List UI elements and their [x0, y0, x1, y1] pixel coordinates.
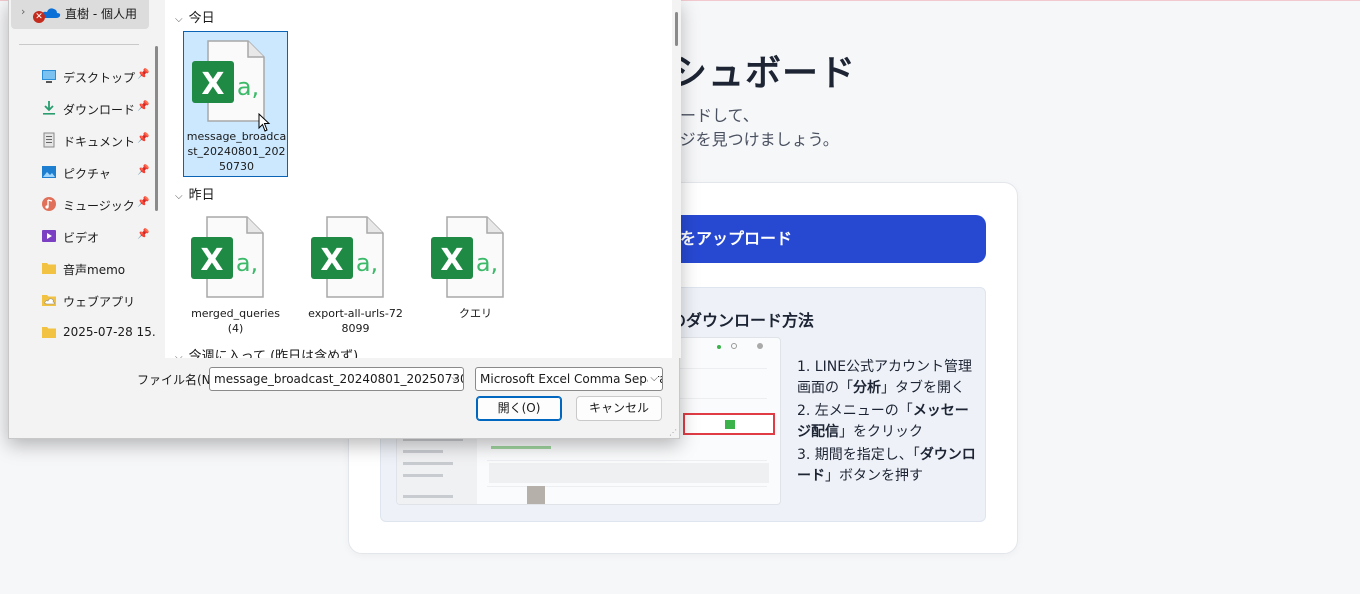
filename-label: ファイル名(N):: [137, 373, 220, 387]
nav-item-label: 2025-07-28 15.0: [63, 325, 155, 339]
folder-icon: [42, 263, 56, 274]
howto-step: 1. LINE公式アカウント管理画面の「分析」タブを開く: [797, 359, 973, 396]
nav-item-label: ウェブアプリ: [63, 295, 136, 309]
svg-text:a,: a,: [237, 73, 259, 101]
howto-step: 3. 期間を指定し、「ダウンロード」ボタンを押す: [797, 447, 976, 484]
filename-input[interactable]: message_broadcast_20240801_20250730 ⌵: [209, 367, 464, 391]
group-header-today[interactable]: ⌵ 今日: [175, 7, 215, 26]
mouse-cursor-icon: [258, 113, 271, 132]
chevron-down-icon[interactable]: ⌵: [175, 352, 183, 358]
pin-icon: 📌: [137, 229, 150, 240]
filename-value: message_broadcast_20240801_20250730: [214, 372, 464, 386]
group-header-label: 昨日: [188, 188, 215, 203]
scrollbar-thumb[interactable]: [675, 12, 678, 46]
nav-item-pictures[interactable]: ピクチャ 📌: [41, 159, 157, 185]
chevron-down-icon[interactable]: ⌵: [451, 368, 459, 390]
file-list-pane: ⌵ 今日 X a, message_broadcast_20240801_2025…: [165, 0, 672, 358]
cloud-folder-icon: [42, 295, 56, 306]
chevron-down-icon[interactable]: ⌵: [175, 191, 183, 202]
nav-item-videos[interactable]: ビデオ 📌: [41, 223, 157, 249]
pin-icon: 📌: [137, 133, 150, 144]
onedrive-label: 直樹 - 個人用: [65, 7, 137, 21]
file-name: merged_queries (4): [191, 307, 280, 335]
pictures-icon: [42, 166, 56, 178]
filetype-value: Microsoft Excel Comma Separated: [480, 372, 662, 386]
svg-text:X: X: [201, 67, 224, 102]
pin-icon: 📌: [137, 101, 150, 112]
group-header-label: 今日: [188, 11, 215, 26]
video-icon: [42, 230, 56, 242]
file-name: export-all-urls-728099: [308, 307, 403, 335]
file-name: message_broadcast_20240801_20250730: [186, 130, 287, 173]
excel-csv-file-icon: X a,: [191, 216, 264, 298]
folder-icon: [42, 327, 56, 338]
resize-grip-icon[interactable]: ⋰: [669, 428, 679, 438]
file-open-dialog: › ✕ 直樹 - 個人用 デスクトップ 📌 ダウンロード 📌 ドキュメント 📌 …: [8, 0, 681, 439]
svg-text:a,: a,: [476, 249, 498, 277]
chevron-down-icon[interactable]: ⌵: [648, 368, 658, 390]
group-header-label: 今週に入って (昨日は含めず): [188, 349, 359, 358]
navigation-pane: › ✕ 直樹 - 個人用 デスクトップ 📌 ダウンロード 📌 ドキュメント 📌 …: [9, 0, 158, 358]
svg-text:X: X: [200, 243, 223, 278]
nav-item-voice-memo[interactable]: 音声memo: [41, 255, 157, 281]
document-icon: [43, 132, 55, 148]
desktop-icon: [42, 70, 56, 83]
svg-text:a,: a,: [236, 249, 258, 277]
nav-item-web-apps[interactable]: ウェブアプリ: [41, 287, 157, 313]
onedrive-personal-item[interactable]: › ✕ 直樹 - 個人用: [11, 0, 149, 29]
nav-item-folder-2025-07-28[interactable]: 2025-07-28 15.0: [41, 319, 157, 345]
howto-title: のダウンロード方法: [670, 311, 815, 330]
music-icon: [42, 197, 56, 211]
file-item-message-broadcast[interactable]: X a, message_broadcast_20240801_20250730: [183, 31, 288, 177]
howto-step: 2. 左メニューの「メッセージ配信」をクリック: [797, 403, 969, 440]
pin-icon: 📌: [137, 197, 150, 208]
cancel-button[interactable]: キャンセル: [576, 396, 662, 421]
pin-icon: 📌: [137, 69, 150, 80]
excel-csv-file-icon: X a,: [431, 216, 504, 298]
nav-divider: [19, 44, 139, 45]
nav-item-documents[interactable]: ドキュメント 📌: [41, 127, 157, 153]
download-icon: [43, 101, 55, 115]
excel-csv-file-icon: X a,: [192, 40, 265, 122]
file-name: クエリ: [459, 307, 492, 320]
group-header-yesterday[interactable]: ⌵ 昨日: [175, 184, 215, 203]
nav-item-music[interactable]: ミュージック 📌: [41, 191, 157, 217]
nav-item-downloads[interactable]: ダウンロード 📌: [41, 95, 157, 121]
svg-text:a,: a,: [356, 249, 378, 277]
chevron-right-icon[interactable]: ›: [21, 5, 25, 18]
svg-text:X: X: [440, 243, 463, 278]
nav-item-label: 音声memo: [63, 263, 126, 277]
nav-scrollbar[interactable]: [155, 46, 158, 211]
pin-icon: 📌: [137, 165, 150, 176]
excel-csv-file-icon: X a,: [311, 216, 384, 298]
file-item-query[interactable]: X a, クエリ: [423, 208, 528, 354]
open-button[interactable]: 開く(O): [476, 396, 562, 421]
file-list-scrollbar[interactable]: [672, 0, 681, 358]
group-header-this-week[interactable]: ⌵ 今週に入って (昨日は含めず): [175, 345, 358, 358]
sync-error-icon: ✕: [33, 11, 45, 23]
file-item-merged-queries[interactable]: X a, merged_queries (4): [183, 208, 288, 354]
svg-text:X: X: [320, 243, 343, 278]
nav-item-desktop[interactable]: デスクトップ 📌: [41, 63, 157, 89]
chevron-down-icon[interactable]: ⌵: [175, 14, 183, 25]
howto-steps: 1. LINE公式アカウント管理画面の「分析」タブを開く 2. 左メニューの「メ…: [797, 357, 977, 489]
file-item-export-all-urls[interactable]: X a, export-all-urls-728099: [303, 208, 408, 354]
filetype-select[interactable]: Microsoft Excel Comma Separated ⌵: [475, 367, 663, 391]
